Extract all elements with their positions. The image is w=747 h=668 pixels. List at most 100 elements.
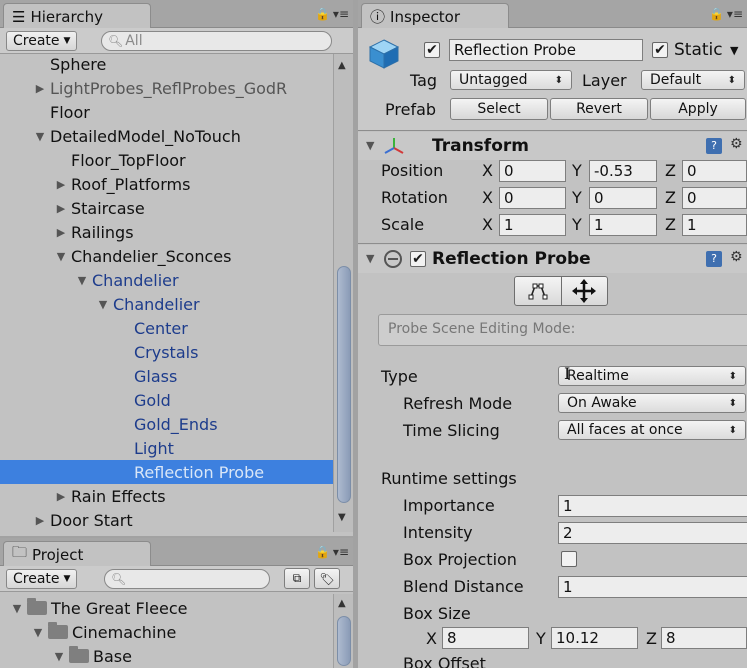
editing-mode-box: Probe Scene Editing Mode:: [378, 314, 747, 346]
box-size-y-field[interactable]: 10.12: [551, 627, 638, 649]
hierarchy-row[interactable]: ▶ Door Start: [0, 508, 333, 532]
hierarchy-row[interactable]: ▶ LightProbes_ReflProbes_GodR: [0, 76, 333, 100]
edit-bounds-button[interactable]: [515, 277, 562, 305]
expand-arrow-icon[interactable]: ▶: [33, 514, 47, 527]
hierarchy-row[interactable]: Gold_Ends: [0, 412, 333, 436]
rotation-z-field[interactable]: 0: [682, 187, 747, 209]
hierarchy-row[interactable]: ▶ Rain Effects: [0, 484, 333, 508]
tag-dropdown[interactable]: Untagged ⬍: [450, 70, 572, 90]
help-icon[interactable]: ?: [706, 251, 722, 267]
hierarchy-row[interactable]: Floor: [0, 100, 333, 124]
active-checkbox[interactable]: ✔: [424, 42, 440, 58]
expand-arrow-icon[interactable]: ▶: [33, 82, 47, 95]
static-checkbox[interactable]: ✔: [652, 42, 668, 58]
layer-dropdown[interactable]: Default ⬍: [641, 70, 745, 90]
box-size-x-field[interactable]: 8: [442, 627, 529, 649]
tab-hierarchy[interactable]: ☰ Hierarchy: [3, 3, 151, 29]
type-dropdown[interactable]: Realtime ⬍: [558, 366, 746, 386]
expand-arrow-icon[interactable]: ▶: [54, 202, 68, 215]
hierarchy-create-button[interactable]: Create ▼: [6, 31, 78, 51]
lock-icon[interactable]: 🔒: [315, 545, 330, 559]
expand-arrow-icon[interactable]: ▶: [54, 490, 68, 503]
hierarchy-row[interactable]: ▶ Staircase: [0, 196, 333, 220]
static-dropdown-icon[interactable]: ▼: [730, 44, 738, 57]
project-create-button[interactable]: Create ▼: [6, 569, 78, 589]
lock-icon[interactable]: 🔒: [315, 7, 330, 21]
prefab-select-button[interactable]: Select: [450, 98, 548, 120]
expand-arrow-icon[interactable]: ▶: [54, 226, 68, 239]
project-search-input[interactable]: 🔍︎: [104, 569, 270, 589]
refresh-mode-dropdown[interactable]: On Awake ⬍: [558, 393, 746, 413]
collapse-arrow-icon[interactable]: ▼: [33, 130, 47, 143]
foldout-arrow-icon[interactable]: ▼: [366, 139, 374, 152]
scroll-up-icon[interactable]: ▲: [338, 598, 346, 609]
intensity-field[interactable]: 2: [558, 522, 747, 544]
box-projection-checkbox[interactable]: [561, 551, 577, 567]
time-slicing-dropdown[interactable]: All faces at once ⬍: [558, 420, 746, 440]
blend-distance-field[interactable]: 1: [558, 576, 747, 598]
project-folder-row[interactable]: ▼ The Great Fleece: [0, 596, 333, 620]
transform-fields: Position X 0 Y -0.53 Z 0 Rotation X 0 Y 0 Z 0 Scale X 1 Y…: [358, 158, 747, 240]
project-folder-row[interactable]: ▼ Cinemachine: [0, 620, 333, 644]
tab-project[interactable]: 🗀 Project: [3, 541, 151, 567]
gear-icon[interactable]: ⚙: [730, 136, 743, 152]
position-y-field[interactable]: -0.53: [589, 160, 657, 182]
reflection-probe-enabled-checkbox[interactable]: ✔: [410, 251, 426, 267]
hierarchy-row[interactable]: Gold: [0, 388, 333, 412]
rotation-y-field[interactable]: 0: [589, 187, 657, 209]
dropdown-arrow-icon: ▼: [63, 36, 71, 46]
transform-header[interactable]: ▼ Transform ? ⚙: [358, 132, 747, 160]
scale-z-field[interactable]: 1: [682, 214, 747, 236]
panel-menu-icon[interactable]: ▾≡: [333, 545, 349, 559]
hierarchy-row[interactable]: Crystals: [0, 340, 333, 364]
help-icon[interactable]: ?: [706, 138, 722, 154]
object-name-field[interactable]: Reflection Probe: [449, 39, 643, 61]
filter-by-label-button[interactable]: 🏷: [314, 568, 340, 589]
move-origin-button[interactable]: [562, 277, 608, 305]
hierarchy-row[interactable]: Reflection Probe: [0, 460, 333, 484]
prefab-revert-button[interactable]: Revert: [550, 98, 648, 120]
position-x-field[interactable]: 0: [499, 160, 566, 182]
position-z-field[interactable]: 0: [682, 160, 747, 182]
project-folder-row[interactable]: ▼ Base: [0, 644, 333, 668]
collapse-arrow-icon[interactable]: ▼: [10, 602, 24, 615]
project-scrollbar[interactable]: ▲: [333, 594, 353, 668]
collapse-arrow-icon[interactable]: ▼: [54, 250, 68, 263]
hierarchy-row[interactable]: ▶ Railings: [0, 220, 333, 244]
hierarchy-search-input[interactable]: 🔍︎ All: [101, 31, 332, 51]
collapse-arrow-icon[interactable]: ▼: [75, 274, 89, 287]
tab-inspector[interactable]: ⓘ Inspector: [361, 3, 509, 29]
scale-x-field[interactable]: 1: [499, 214, 566, 236]
hierarchy-row[interactable]: Glass: [0, 364, 333, 388]
expand-arrow-icon[interactable]: ▶: [54, 178, 68, 191]
project-scroll-thumb[interactable]: [337, 616, 351, 666]
hierarchy-scrollbar[interactable]: ▲ ▼: [333, 54, 353, 532]
hierarchy-row[interactable]: ▼ Chandelier: [0, 268, 333, 292]
hierarchy-row[interactable]: Sphere: [0, 52, 333, 76]
panel-menu-icon[interactable]: ▾≡: [727, 7, 743, 21]
lock-icon[interactable]: 🔒: [709, 7, 724, 21]
panel-menu-icon[interactable]: ▾≡: [333, 7, 349, 21]
collapse-arrow-icon[interactable]: ▼: [31, 626, 45, 639]
collapse-arrow-icon[interactable]: ▼: [52, 650, 66, 663]
importance-field[interactable]: 1: [558, 495, 747, 517]
hierarchy-row[interactable]: ▶ Roof_Platforms: [0, 172, 333, 196]
filter-by-type-button[interactable]: ⧉: [284, 568, 310, 589]
box-size-z-field[interactable]: 8: [661, 627, 747, 649]
reflection-probe-header[interactable]: ▼ ✔ Reflection Probe ? ⚙: [358, 245, 747, 273]
hierarchy-row[interactable]: Center: [0, 316, 333, 340]
collapse-arrow-icon[interactable]: ▼: [96, 298, 110, 311]
foldout-arrow-icon[interactable]: ▼: [366, 252, 374, 265]
scroll-up-icon[interactable]: ▲: [338, 60, 346, 71]
scale-y-field[interactable]: 1: [589, 214, 657, 236]
hierarchy-scroll-thumb[interactable]: [337, 266, 351, 503]
hierarchy-row[interactable]: Light: [0, 436, 333, 460]
hierarchy-row[interactable]: ▼ Chandelier_Sconces: [0, 244, 333, 268]
scroll-down-icon[interactable]: ▼: [338, 512, 346, 523]
hierarchy-row[interactable]: ▼ Chandelier: [0, 292, 333, 316]
hierarchy-row[interactable]: ▼ DetailedModel_NoTouch: [0, 124, 333, 148]
prefab-apply-button[interactable]: Apply: [650, 98, 746, 120]
hierarchy-row[interactable]: Floor_TopFloor: [0, 148, 333, 172]
rotation-x-field[interactable]: 0: [499, 187, 566, 209]
gear-icon[interactable]: ⚙: [730, 249, 743, 265]
